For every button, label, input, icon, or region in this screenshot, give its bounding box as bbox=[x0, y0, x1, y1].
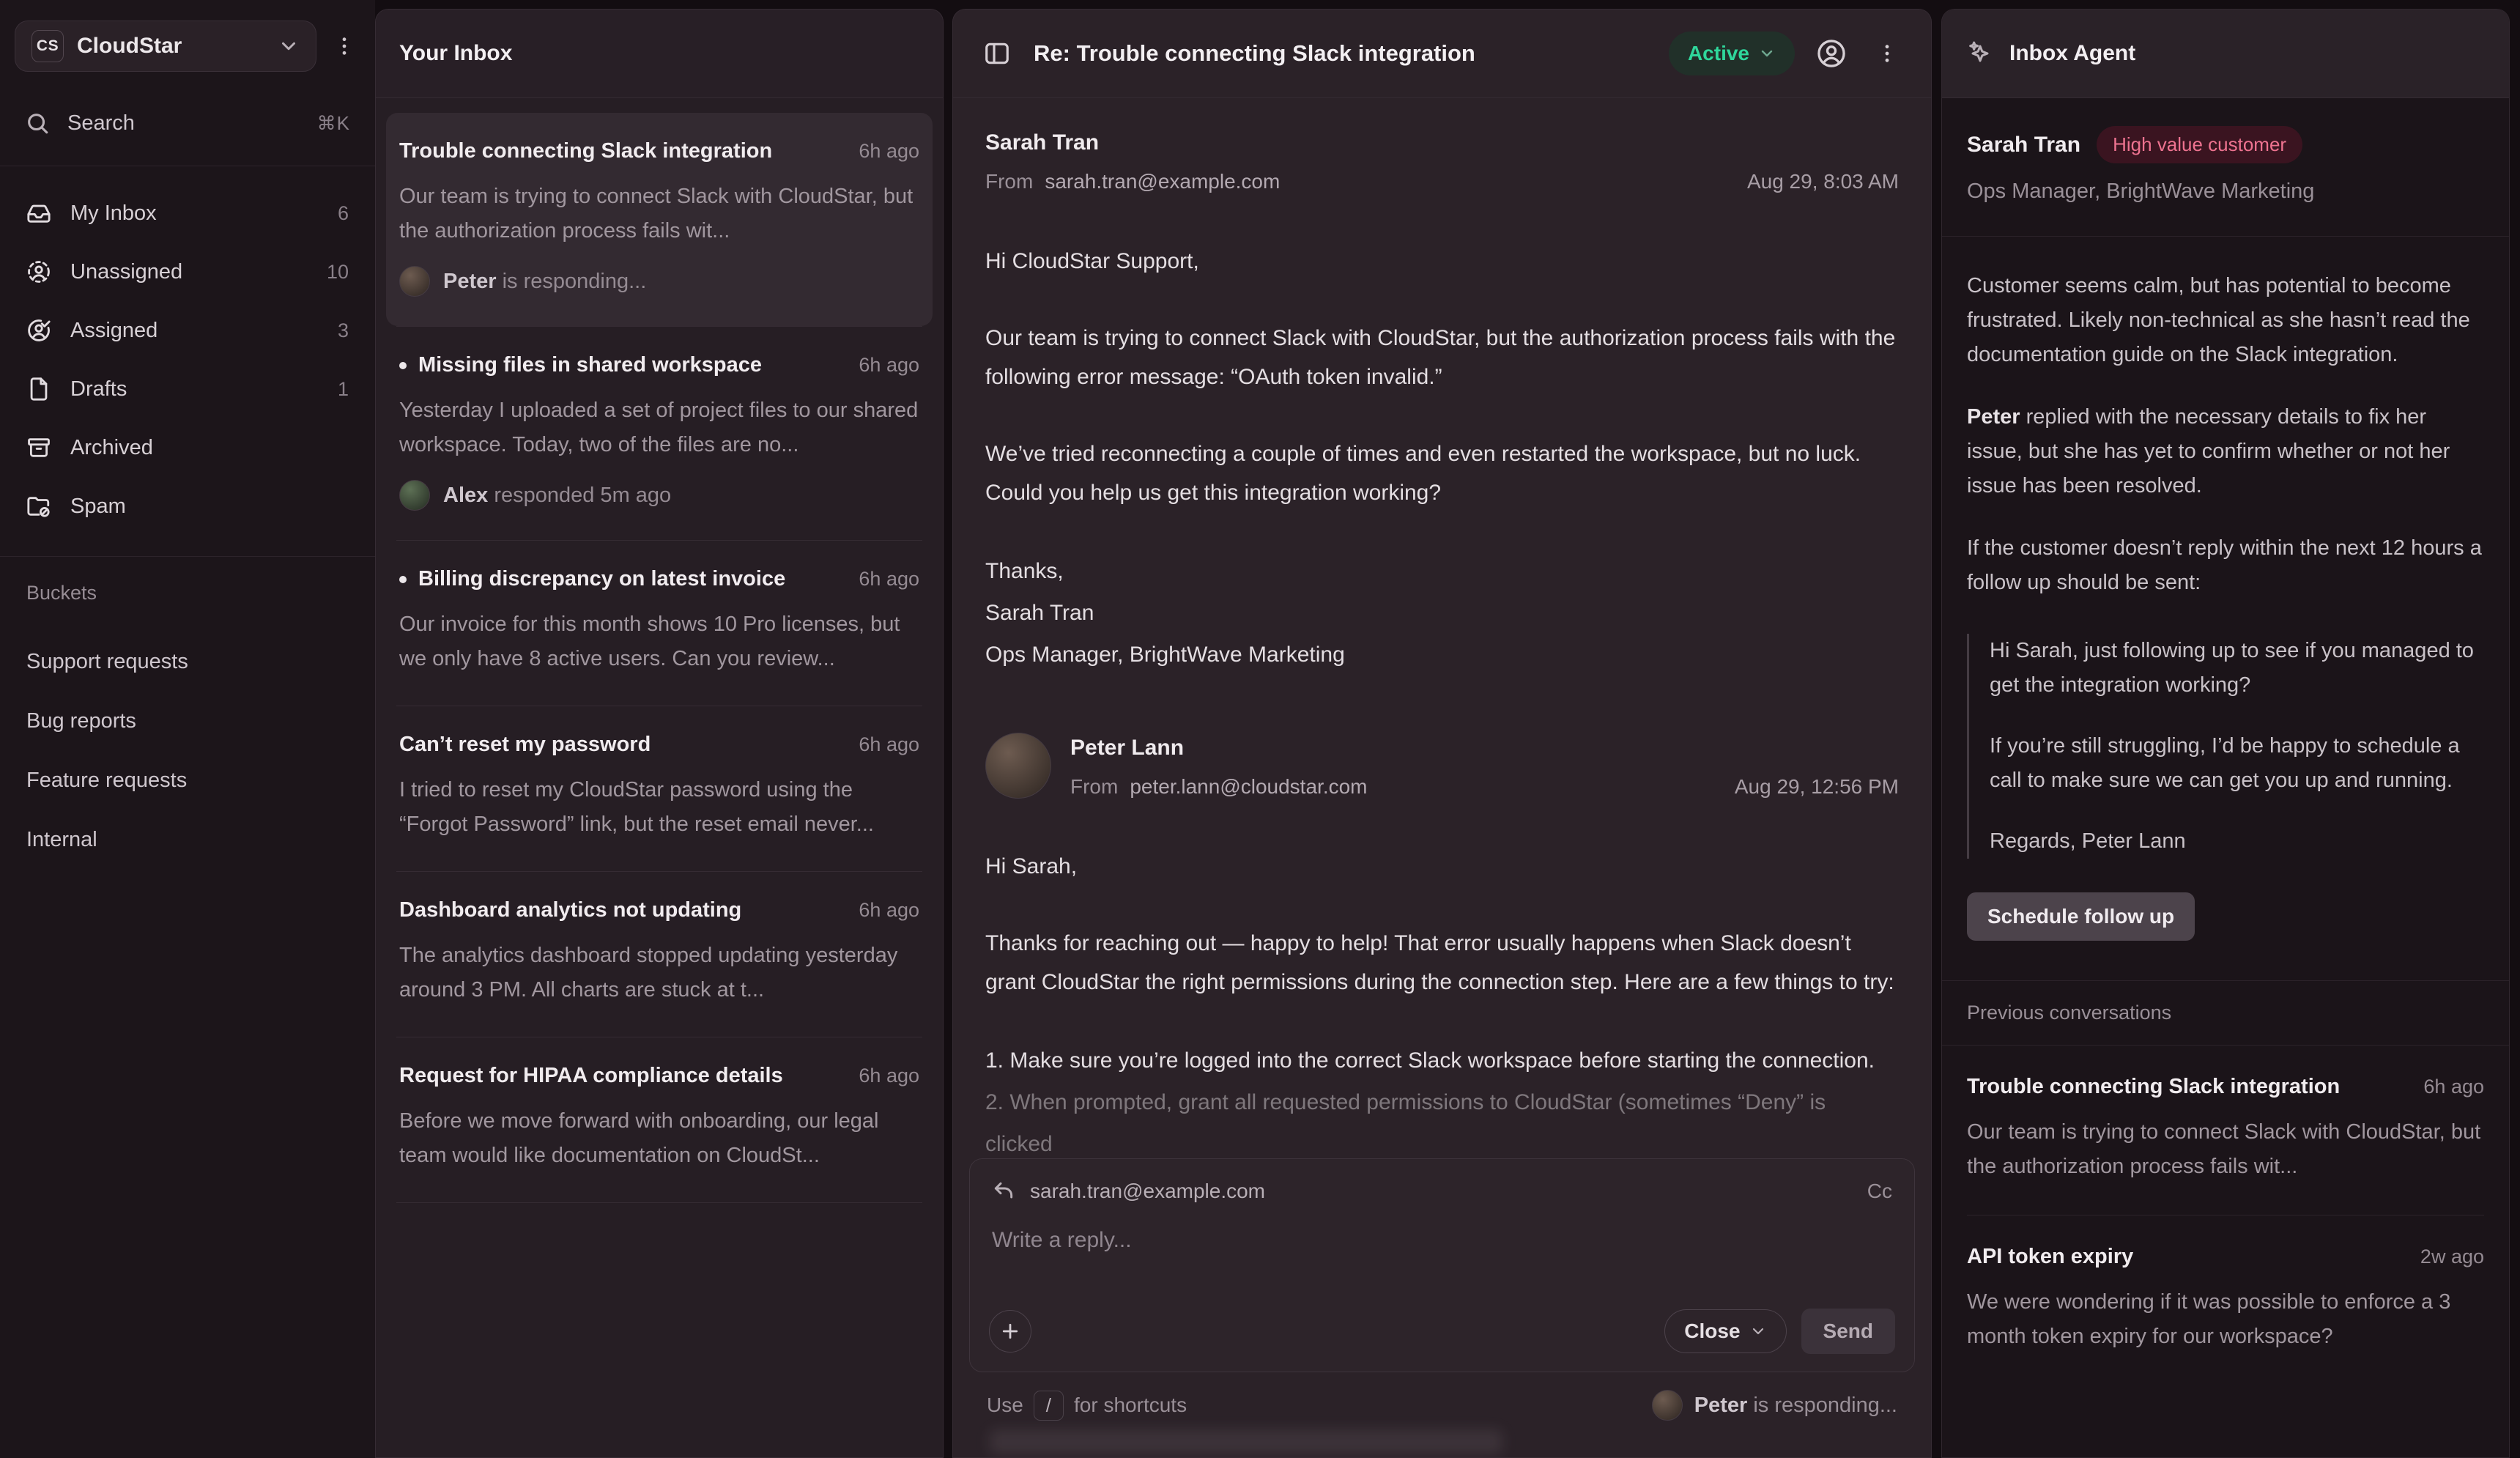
typing-indicator: Peter is responding... bbox=[1652, 1390, 1897, 1421]
bucket-internal[interactable]: Internal bbox=[26, 810, 349, 870]
reply-input[interactable]: Write a reply... bbox=[992, 1228, 1892, 1253]
sidebar-item-spam[interactable]: Spam bbox=[12, 477, 363, 536]
sidebar-item-assigned[interactable]: Assigned 3 bbox=[12, 301, 363, 360]
inbox-title: Your Inbox bbox=[399, 41, 512, 66]
sidebar-kebab-icon[interactable] bbox=[328, 30, 360, 62]
search-label: Search bbox=[67, 111, 300, 136]
bucket-feature-requests[interactable]: Feature requests bbox=[26, 751, 349, 810]
customer-role: Ops Manager, BrightWave Marketing bbox=[1967, 180, 2484, 204]
unread-count: 1 bbox=[338, 378, 349, 401]
avatar-peter bbox=[985, 733, 1051, 799]
thread-subject: Re: Trouble connecting Slack integration bbox=[1034, 40, 1651, 67]
chevron-down-icon bbox=[1749, 1322, 1767, 1340]
sender-email: peter.lann@cloudstar.com bbox=[1130, 775, 1723, 799]
inbox-agent-panel: Inbox Agent Sarah Tran High value custom… bbox=[1941, 9, 2510, 1458]
status-select[interactable]: Active bbox=[1669, 32, 1795, 75]
reply-icon bbox=[992, 1180, 1015, 1203]
search-input[interactable]: Search ⌘K bbox=[0, 101, 375, 145]
list-item[interactable]: Billing discrepancy on latest invoice 6h… bbox=[386, 541, 933, 706]
sender-name: Peter Lann bbox=[1070, 736, 1899, 761]
panel-toggle-icon[interactable] bbox=[978, 34, 1016, 73]
list-item[interactable]: Dashboard analytics not updating 6h ago … bbox=[386, 872, 933, 1037]
sidebar-item-my-inbox[interactable]: My Inbox 6 bbox=[12, 184, 363, 243]
avatar-alex bbox=[399, 480, 430, 511]
unread-count: 6 bbox=[338, 202, 349, 225]
sidebar-item-drafts[interactable]: Drafts 1 bbox=[12, 360, 363, 418]
unassigned-user-icon bbox=[26, 259, 51, 284]
sparkles-icon bbox=[1965, 39, 1995, 68]
agent-title: Inbox Agent bbox=[2009, 41, 2135, 66]
blurred-scrolled-text bbox=[990, 1429, 1502, 1454]
avatar-peter bbox=[399, 266, 430, 297]
avatar-peter bbox=[1652, 1390, 1683, 1421]
inbox-list-header: Your Inbox bbox=[376, 10, 943, 98]
thread-kebab-icon[interactable] bbox=[1868, 34, 1906, 73]
bucket-bug-reports[interactable]: Bug reports bbox=[26, 692, 349, 751]
assigned-user-icon bbox=[26, 318, 51, 343]
chevron-down-icon bbox=[1758, 45, 1776, 62]
draft-file-icon bbox=[26, 377, 51, 401]
reply-to-address: sarah.tran@example.com bbox=[1030, 1180, 1853, 1203]
close-dropdown-button[interactable]: Close bbox=[1664, 1309, 1786, 1353]
suggested-followup: Hi Sarah, just following up to see if yo… bbox=[1967, 634, 2484, 859]
inbox-list-panel: Your Inbox Trouble connecting Slack inte… bbox=[375, 9, 944, 1458]
app-window: CS CloudStar Search ⌘K My I bbox=[0, 0, 2520, 1458]
list-item[interactable]: Trouble connecting Slack integration 6h … bbox=[386, 113, 933, 326]
workspace-logo: CS bbox=[32, 30, 64, 62]
workspace-switcher[interactable]: CS CloudStar bbox=[15, 21, 316, 72]
sidebar: CS CloudStar Search ⌘K My I bbox=[0, 0, 375, 1458]
unread-dot bbox=[399, 362, 407, 369]
agent-header: Inbox Agent bbox=[1942, 10, 2509, 98]
list-divider bbox=[396, 1202, 922, 1203]
spam-folder-icon bbox=[26, 494, 51, 519]
workspace-name: CloudStar bbox=[77, 34, 264, 59]
chevron-down-icon bbox=[278, 35, 300, 57]
list-item[interactable]: Can’t reset my password 6h ago I tried t… bbox=[386, 706, 933, 871]
previous-conversations-section: Previous conversations Trouble connectin… bbox=[1942, 980, 2509, 1385]
sidebar-item-archived[interactable]: Archived bbox=[12, 418, 363, 477]
unread-count: 3 bbox=[338, 319, 349, 342]
thread-header: Re: Trouble connecting Slack integration… bbox=[953, 10, 1931, 98]
previous-conversation[interactable]: API token expiry 2w ago We were wonderin… bbox=[1942, 1215, 2509, 1385]
slash-keycap: / bbox=[1034, 1391, 1064, 1421]
inbox-icon bbox=[26, 201, 51, 226]
unread-dot bbox=[399, 576, 407, 583]
sidebar-nav: My Inbox 6 Unassigned 10 Assigned 3 bbox=[0, 166, 375, 536]
message-timestamp: Aug 29, 12:56 PM bbox=[1735, 775, 1899, 799]
sender-email: sarah.tran@example.com bbox=[1045, 170, 1735, 193]
conversation-list: Trouble connecting Slack integration 6h … bbox=[376, 98, 943, 1203]
assignee-user-icon[interactable] bbox=[1812, 34, 1850, 73]
buckets-heading: Buckets bbox=[26, 582, 349, 604]
composer-footer: Use / for shortcuts Peter is responding.… bbox=[987, 1390, 1897, 1421]
email-message: Sarah Tran From sarah.tran@example.com A… bbox=[985, 130, 1899, 676]
attach-plus-button[interactable] bbox=[989, 1310, 1031, 1352]
agent-analysis: Customer seems calm, but has potential t… bbox=[1942, 237, 2509, 941]
list-item[interactable]: Missing files in shared workspace 6h ago… bbox=[386, 327, 933, 540]
cc-button[interactable]: Cc bbox=[1867, 1180, 1892, 1203]
sender-name: Sarah Tran bbox=[985, 130, 1899, 155]
list-item[interactable]: Request for HIPAA compliance details 6h … bbox=[386, 1037, 933, 1202]
thread-scroll-area[interactable]: Sarah Tran From sarah.tran@example.com A… bbox=[953, 98, 1931, 1458]
customer-name: Sarah Tran bbox=[1967, 133, 2080, 158]
previous-conversations-heading: Previous conversations bbox=[1942, 981, 2509, 1046]
bucket-support-requests[interactable]: Support requests bbox=[26, 632, 349, 692]
search-shortcut: ⌘K bbox=[317, 112, 350, 135]
unread-count: 10 bbox=[327, 261, 349, 284]
previous-conversation[interactable]: Trouble connecting Slack integration 6h … bbox=[1942, 1046, 2509, 1215]
archive-box-icon bbox=[26, 435, 51, 460]
email-message: Peter Lann From peter.lann@cloudstar.com… bbox=[985, 733, 1899, 1165]
send-button[interactable]: Send bbox=[1801, 1309, 1895, 1354]
sidebar-item-unassigned[interactable]: Unassigned 10 bbox=[12, 243, 363, 301]
thread-panel: Re: Trouble connecting Slack integration… bbox=[952, 9, 1932, 1458]
buckets-section: Buckets Support requests Bug reports Fea… bbox=[0, 557, 375, 870]
schedule-followup-button[interactable]: Schedule follow up bbox=[1967, 892, 2195, 941]
search-icon bbox=[25, 111, 50, 136]
customer-summary: Sarah Tran High value customer Ops Manag… bbox=[1942, 98, 2509, 237]
message-timestamp: Aug 29, 8:03 AM bbox=[1747, 170, 1899, 193]
high-value-badge: High value customer bbox=[2097, 126, 2302, 163]
reply-composer: sarah.tran@example.com Cc Write a reply.… bbox=[969, 1158, 1915, 1372]
